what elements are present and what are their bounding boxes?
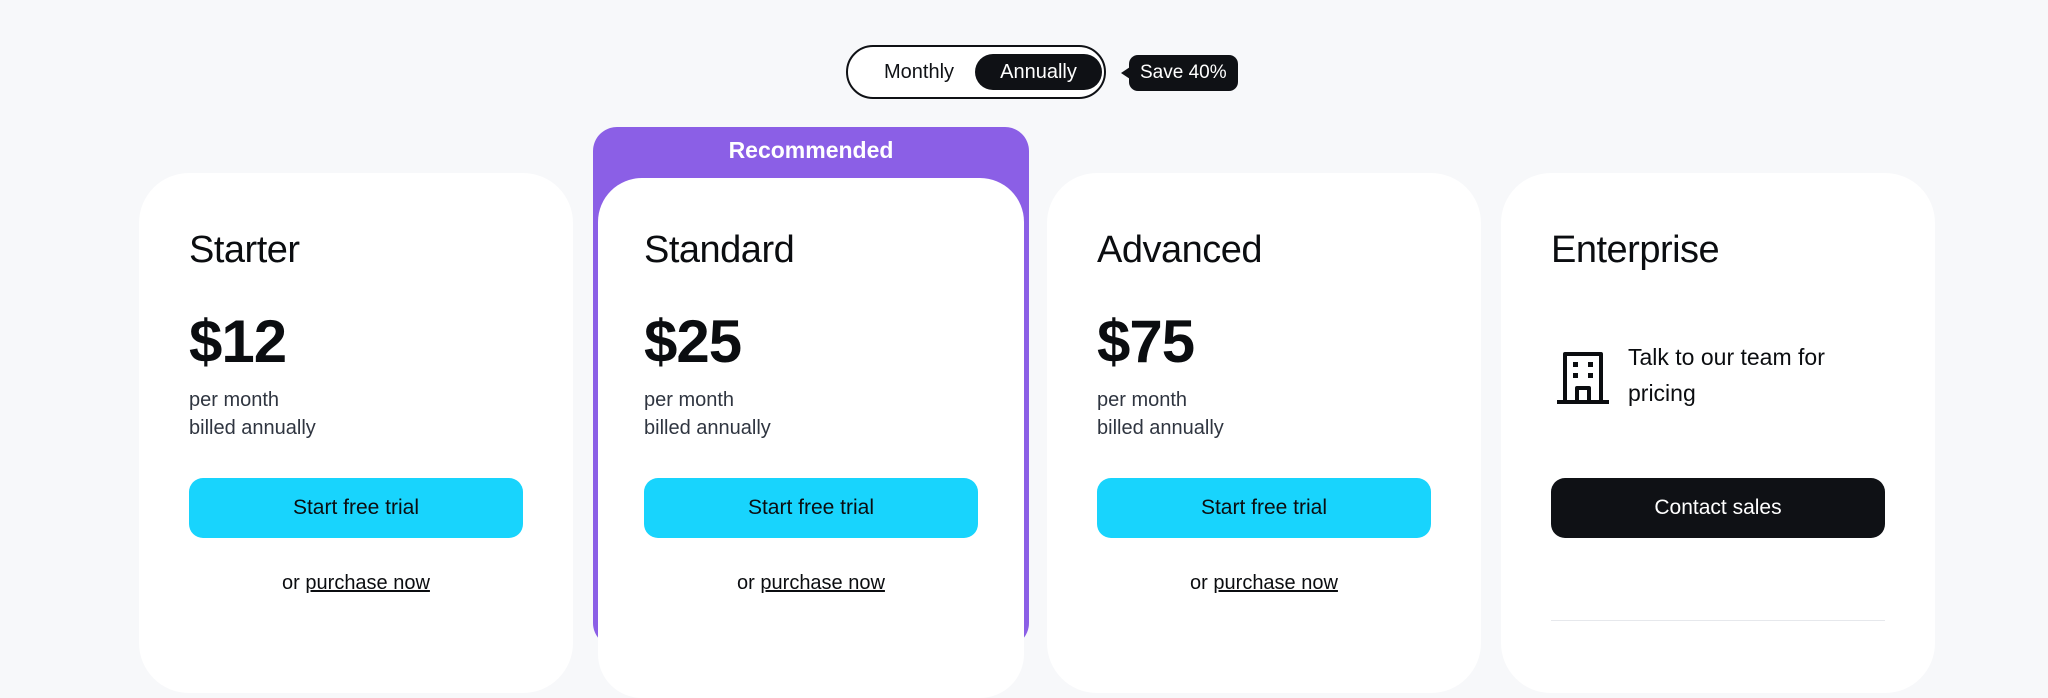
save-badge: Save 40%	[1121, 55, 1238, 91]
plan-name: Advanced	[1097, 229, 1263, 271]
recommended-label: Recommended	[728, 137, 894, 163]
start-free-trial-button[interactable]: Start free trial	[644, 478, 978, 538]
billing-option-monthly[interactable]: Monthly	[856, 54, 982, 90]
billing-note: billed annually	[644, 417, 771, 439]
price-period: per month	[644, 389, 735, 411]
plan-price: $12	[189, 308, 287, 375]
plan-name: Standard	[644, 229, 795, 271]
purchase-alternative: or purchase now	[598, 572, 1024, 595]
purchase-now-link[interactable]: purchase now	[1213, 572, 1338, 594]
contact-pricing-text: Talk to our team for pricing	[1628, 344, 1825, 406]
plan-name: Starter	[189, 229, 300, 271]
alt-prefix: or	[282, 572, 300, 594]
divider	[1551, 620, 1885, 621]
contact-sales-button[interactable]: Contact sales	[1551, 478, 1885, 538]
purchase-alternative: or purchase now	[139, 572, 573, 595]
start-free-trial-button[interactable]: Start free trial	[1097, 478, 1431, 538]
building-icon	[1557, 352, 1609, 404]
plan-price: $25	[644, 308, 742, 375]
plan-card-standard: Standard $25 per month billed annually S…	[598, 178, 1024, 698]
plan-card-advanced: Advanced $75 per month billed annually S…	[1047, 173, 1481, 693]
billing-note: billed annually	[189, 417, 316, 439]
plan-card-starter: Starter $12 per month billed annually St…	[139, 173, 573, 693]
billing-option-annually[interactable]: Annually	[975, 54, 1102, 90]
purchase-alternative: or purchase now	[1047, 572, 1481, 595]
plan-card-enterprise: Enterprise Talk to our team for pricing …	[1501, 173, 1935, 693]
price-period: per month	[1097, 389, 1188, 411]
plan-price: $75	[1097, 308, 1195, 375]
purchase-now-link[interactable]: purchase now	[305, 572, 430, 594]
alt-prefix: or	[1190, 572, 1208, 594]
start-free-trial-button[interactable]: Start free trial	[189, 478, 523, 538]
purchase-now-link[interactable]: purchase now	[760, 572, 885, 594]
plan-name: Enterprise	[1551, 229, 1720, 271]
price-period: per month	[189, 389, 280, 411]
billing-note: billed annually	[1097, 417, 1224, 439]
alt-prefix: or	[737, 572, 755, 594]
billing-toggle[interactable]: Monthly Annually	[846, 45, 1106, 99]
